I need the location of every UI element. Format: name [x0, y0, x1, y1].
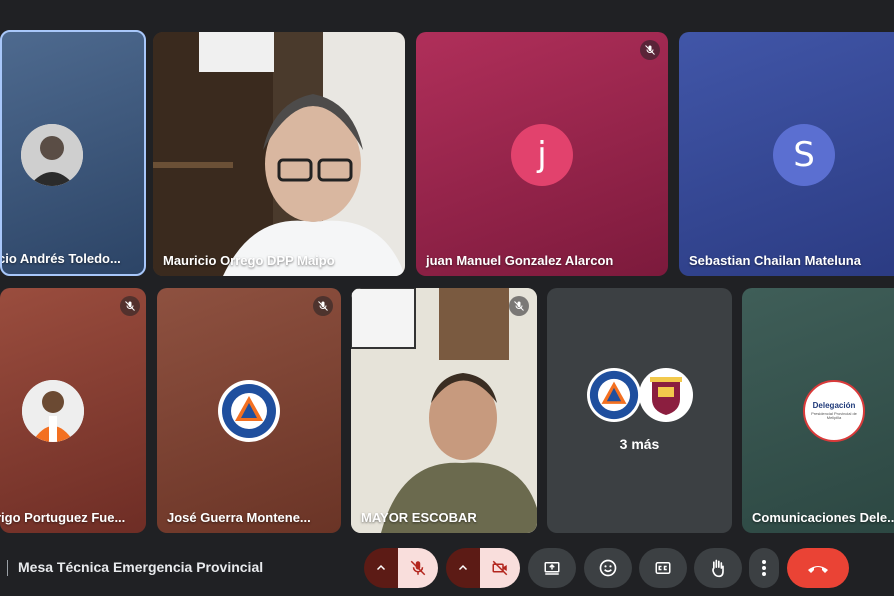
mic-off-icon: [410, 560, 426, 576]
audio-options-button[interactable]: [364, 548, 398, 588]
meeting-title: Mesa Técnica Emergencia Provincial: [18, 559, 264, 575]
participant-tile-4[interactable]: S Sebastian Chailan Mateluna: [679, 32, 894, 276]
participant-tile-1[interactable]: cio Andrés Toledo...: [0, 30, 146, 276]
person-photo-icon: [22, 380, 84, 442]
emergency-agency-logo-icon: [222, 384, 276, 438]
participant-tile-3[interactable]: j juan Manuel Gonzalez Alarcon: [416, 32, 668, 276]
mic-off-icon: [509, 296, 529, 316]
mic-off-icon: [313, 296, 333, 316]
emoji-icon: [599, 559, 617, 577]
chevron-up-icon: [458, 564, 468, 571]
more-participants-tile[interactable]: 3 más: [547, 288, 732, 533]
present-screen-icon: [544, 562, 560, 575]
camera-off-icon: [492, 560, 508, 576]
more-vert-icon: [762, 560, 766, 576]
mic-off-icon: [640, 40, 660, 60]
avatar: [639, 368, 693, 422]
avatar: [218, 380, 280, 442]
end-call-button[interactable]: [787, 548, 849, 588]
video-options-button[interactable]: [446, 548, 480, 588]
participant-tile-5[interactable]: rigo Portuguez Fue...: [0, 288, 146, 533]
participant-name: juan Manuel Gonzalez Alarcon: [426, 253, 614, 268]
participant-name: rigo Portuguez Fue...: [0, 510, 126, 525]
raise-hand-icon: [712, 559, 724, 578]
participant-name: Mauricio Orrego DPP Maipo: [163, 253, 335, 268]
participant-name: Comunicaciones Dele...: [752, 510, 894, 525]
camera-toggle-button[interactable]: [480, 548, 520, 588]
captions-button[interactable]: [639, 548, 687, 588]
chevron-up-icon: [376, 564, 386, 571]
divider: [7, 560, 8, 576]
participant-tile-6[interactable]: José Guerra Montene...: [157, 288, 341, 533]
microphone-toggle-button[interactable]: [398, 548, 438, 588]
mic-off-icon: [120, 296, 140, 316]
participant-name: Sebastian Chailan Mateluna: [689, 253, 861, 268]
logo-title: Delegación: [812, 401, 856, 410]
participant-name: cio Andrés Toledo...: [0, 251, 121, 266]
video-feed: [351, 288, 537, 533]
participant-name: MAYOR ESCOBAR: [361, 510, 477, 525]
raise-hand-button[interactable]: [694, 548, 742, 588]
person-photo-icon: [21, 124, 83, 186]
avatar: [22, 380, 84, 442]
more-options-button[interactable]: [749, 548, 779, 588]
captions-icon: [655, 562, 671, 574]
participant-tile-9[interactable]: Delegación Presidencial Provincial de Me…: [742, 288, 894, 533]
avatar: [587, 368, 641, 422]
more-participants-label: 3 más: [619, 436, 660, 452]
participant-tile-7[interactable]: MAYOR ESCOBAR: [351, 288, 537, 533]
present-screen-button[interactable]: [528, 548, 576, 588]
avatar: Delegación Presidencial Provincial de Me…: [803, 380, 865, 442]
emergency-agency-logo-icon: [589, 370, 639, 420]
logo-subtitle: Presidencial Provincial de Melipilla: [811, 411, 857, 420]
municipal-shield-icon: [650, 377, 682, 415]
avatar: j: [511, 124, 573, 186]
avatar: [21, 124, 83, 186]
delegacion-logo-icon: Delegación Presidencial Provincial de Me…: [811, 402, 857, 420]
reactions-button[interactable]: [584, 548, 632, 588]
end-call-icon: [808, 566, 828, 573]
participant-tile-2[interactable]: Mauricio Orrego DPP Maipo: [153, 32, 405, 276]
avatar: S: [773, 124, 835, 186]
video-feed: [153, 32, 405, 276]
participant-name: José Guerra Montene...: [167, 510, 311, 525]
bottom-control-bar: Mesa Técnica Emergencia Provincial: [0, 540, 894, 596]
